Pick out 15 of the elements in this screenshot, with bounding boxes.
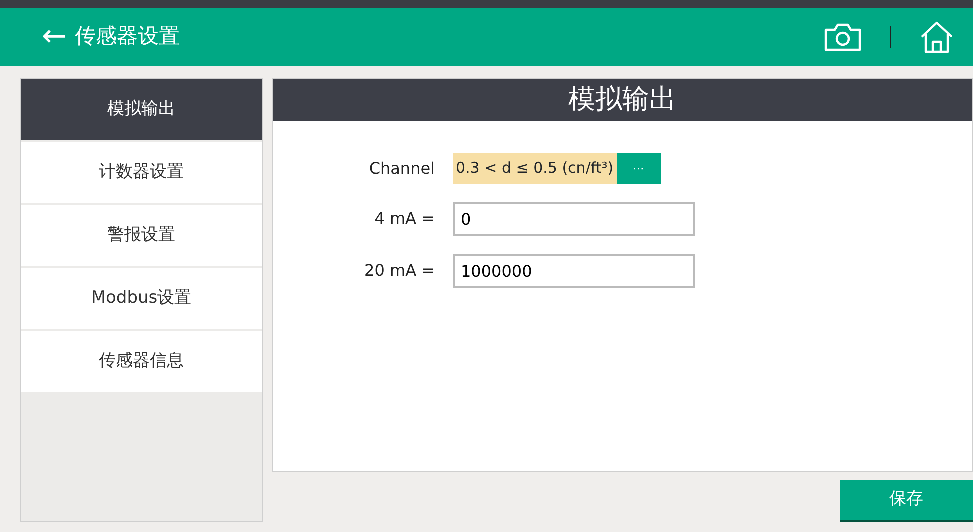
sidebar-item[interactable]: 传感器信息 <box>21 331 262 394</box>
panel-title: 模拟输出 <box>273 79 972 121</box>
sidebar-item[interactable]: Modbus设置 <box>21 268 262 331</box>
sidebar-item[interactable]: 警报设置 <box>21 205 262 268</box>
field-label: 20 mA = <box>364 260 436 282</box>
camera-icon[interactable] <box>824 22 862 52</box>
sidebar-item[interactable]: 计数器设置 <box>21 142 262 205</box>
home-icon[interactable] <box>919 20 955 54</box>
field-label: Channel <box>368 158 436 180</box>
input-field[interactable]: 0 <box>453 202 695 236</box>
input-field[interactable]: 1000000 <box>453 254 695 288</box>
channel-value[interactable]: 0.3 < d ≤ 0.5 (cn/ft³) <box>453 153 617 184</box>
field-label: 4 mA = <box>374 208 436 230</box>
page-title: 传感器设置 <box>75 23 180 50</box>
sidebar-item[interactable]: 模拟输出 <box>21 79 262 142</box>
